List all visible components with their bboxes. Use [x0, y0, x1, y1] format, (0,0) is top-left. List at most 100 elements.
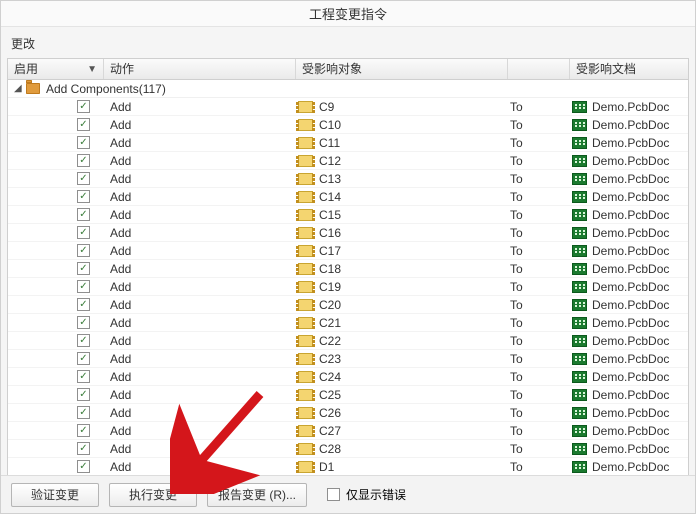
table-row[interactable]: ✓AddC20ToDemo.PcbDoc: [8, 296, 688, 314]
component-name: C28: [319, 442, 341, 456]
component-name: C16: [319, 226, 341, 240]
table-row[interactable]: ✓AddC19ToDemo.PcbDoc: [8, 278, 688, 296]
table-row[interactable]: ✓AddC15ToDemo.PcbDoc: [8, 206, 688, 224]
to-cell: To: [508, 190, 570, 204]
col-action[interactable]: 动作: [104, 59, 296, 79]
component-icon: [298, 245, 313, 257]
to-cell: To: [508, 316, 570, 330]
pcb-doc-icon: [572, 227, 587, 239]
row-checkbox[interactable]: ✓: [77, 172, 90, 185]
row-checkbox[interactable]: ✓: [77, 424, 90, 437]
section-header: 更改: [7, 33, 689, 58]
row-checkbox[interactable]: ✓: [77, 298, 90, 311]
table-row[interactable]: ✓AddC11ToDemo.PcbDoc: [8, 134, 688, 152]
row-checkbox[interactable]: ✓: [77, 118, 90, 131]
doc-cell: Demo.PcbDoc: [570, 118, 688, 132]
row-checkbox[interactable]: ✓: [77, 280, 90, 293]
component-icon: [298, 299, 313, 311]
table-row[interactable]: ✓AddC17ToDemo.PcbDoc: [8, 242, 688, 260]
pcb-doc-icon: [572, 353, 587, 365]
row-checkbox[interactable]: ✓: [77, 442, 90, 455]
only-errors-option[interactable]: 仅显示错误: [327, 486, 406, 503]
row-checkbox[interactable]: ✓: [77, 352, 90, 365]
content-area: 更改 启用 ▼ 动作 受影响对象 受影响文档 ◢ Add Components(…: [1, 27, 695, 475]
enable-cell: ✓: [8, 226, 104, 239]
row-checkbox[interactable]: ✓: [77, 190, 90, 203]
pcb-doc-icon: [572, 245, 587, 257]
affected-cell: C13: [296, 172, 508, 186]
row-checkbox[interactable]: ✓: [77, 226, 90, 239]
enable-cell: ✓: [8, 316, 104, 329]
to-cell: To: [508, 244, 570, 258]
row-checkbox[interactable]: ✓: [77, 460, 90, 473]
to-cell: To: [508, 262, 570, 276]
row-checkbox[interactable]: ✓: [77, 208, 90, 221]
table-row[interactable]: ✓AddC18ToDemo.PcbDoc: [8, 260, 688, 278]
col-enable[interactable]: 启用 ▼: [8, 59, 104, 79]
table-row[interactable]: ✓AddC26ToDemo.PcbDoc: [8, 404, 688, 422]
to-cell: To: [508, 370, 570, 384]
affected-cell: C21: [296, 316, 508, 330]
doc-name: Demo.PcbDoc: [592, 334, 669, 348]
component-name: C27: [319, 424, 341, 438]
report-button[interactable]: 报告变更 (R)...: [207, 483, 307, 507]
pcb-doc-icon: [572, 209, 587, 221]
component-icon: [298, 227, 313, 239]
table-row[interactable]: ✓AddC14ToDemo.PcbDoc: [8, 188, 688, 206]
table-row[interactable]: ✓AddC24ToDemo.PcbDoc: [8, 368, 688, 386]
to-cell: To: [508, 280, 570, 294]
table-row[interactable]: ✓AddC10ToDemo.PcbDoc: [8, 116, 688, 134]
grid-body[interactable]: ◢ Add Components(117) ✓AddC9ToDemo.PcbDo…: [8, 80, 688, 475]
row-checkbox[interactable]: ✓: [77, 316, 90, 329]
enable-cell: ✓: [8, 352, 104, 365]
row-checkbox[interactable]: ✓: [77, 136, 90, 149]
table-row[interactable]: ✓AddC23ToDemo.PcbDoc: [8, 350, 688, 368]
col-affected[interactable]: 受影响对象: [296, 59, 508, 79]
enable-cell: ✓: [8, 460, 104, 473]
row-checkbox[interactable]: ✓: [77, 262, 90, 275]
doc-name: Demo.PcbDoc: [592, 316, 669, 330]
affected-cell: C14: [296, 190, 508, 204]
doc-cell: Demo.PcbDoc: [570, 406, 688, 420]
affected-cell: C10: [296, 118, 508, 132]
table-row[interactable]: ✓AddD1ToDemo.PcbDoc: [8, 458, 688, 475]
table-row[interactable]: ✓AddC16ToDemo.PcbDoc: [8, 224, 688, 242]
doc-cell: Demo.PcbDoc: [570, 370, 688, 384]
component-name: C19: [319, 280, 341, 294]
table-row[interactable]: ✓AddC12ToDemo.PcbDoc: [8, 152, 688, 170]
row-checkbox[interactable]: ✓: [77, 406, 90, 419]
row-checkbox[interactable]: ✓: [77, 100, 90, 113]
row-checkbox[interactable]: ✓: [77, 334, 90, 347]
pcb-doc-icon: [572, 461, 587, 473]
pcb-doc-icon: [572, 263, 587, 275]
row-checkbox[interactable]: ✓: [77, 388, 90, 401]
table-row[interactable]: ✓AddC22ToDemo.PcbDoc: [8, 332, 688, 350]
row-checkbox[interactable]: ✓: [77, 154, 90, 167]
pcb-doc-icon: [572, 389, 587, 401]
table-row[interactable]: ✓AddC21ToDemo.PcbDoc: [8, 314, 688, 332]
enable-cell: ✓: [8, 190, 104, 203]
row-checkbox[interactable]: ✓: [77, 244, 90, 257]
table-row[interactable]: ✓AddC27ToDemo.PcbDoc: [8, 422, 688, 440]
doc-cell: Demo.PcbDoc: [570, 208, 688, 222]
affected-cell: C20: [296, 298, 508, 312]
checkbox-icon[interactable]: [327, 488, 340, 501]
group-row[interactable]: ◢ Add Components(117): [8, 80, 688, 98]
table-row[interactable]: ✓AddC28ToDemo.PcbDoc: [8, 440, 688, 458]
title-bar: 工程变更指令: [1, 1, 695, 27]
component-name: C18: [319, 262, 341, 276]
component-icon: [298, 317, 313, 329]
component-icon: [298, 209, 313, 221]
table-row[interactable]: ✓AddC9ToDemo.PcbDoc: [8, 98, 688, 116]
table-row[interactable]: ✓AddC13ToDemo.PcbDoc: [8, 170, 688, 188]
affected-cell: C9: [296, 100, 508, 114]
component-name: C20: [319, 298, 341, 312]
table-row[interactable]: ✓AddC25ToDemo.PcbDoc: [8, 386, 688, 404]
execute-button[interactable]: 执行变更: [109, 483, 197, 507]
validate-button[interactable]: 验证变更: [11, 483, 99, 507]
row-checkbox[interactable]: ✓: [77, 370, 90, 383]
doc-cell: Demo.PcbDoc: [570, 226, 688, 240]
col-doc[interactable]: 受影响文档: [570, 59, 688, 79]
doc-cell: Demo.PcbDoc: [570, 442, 688, 456]
collapse-caret-icon[interactable]: ◢: [14, 83, 24, 94]
